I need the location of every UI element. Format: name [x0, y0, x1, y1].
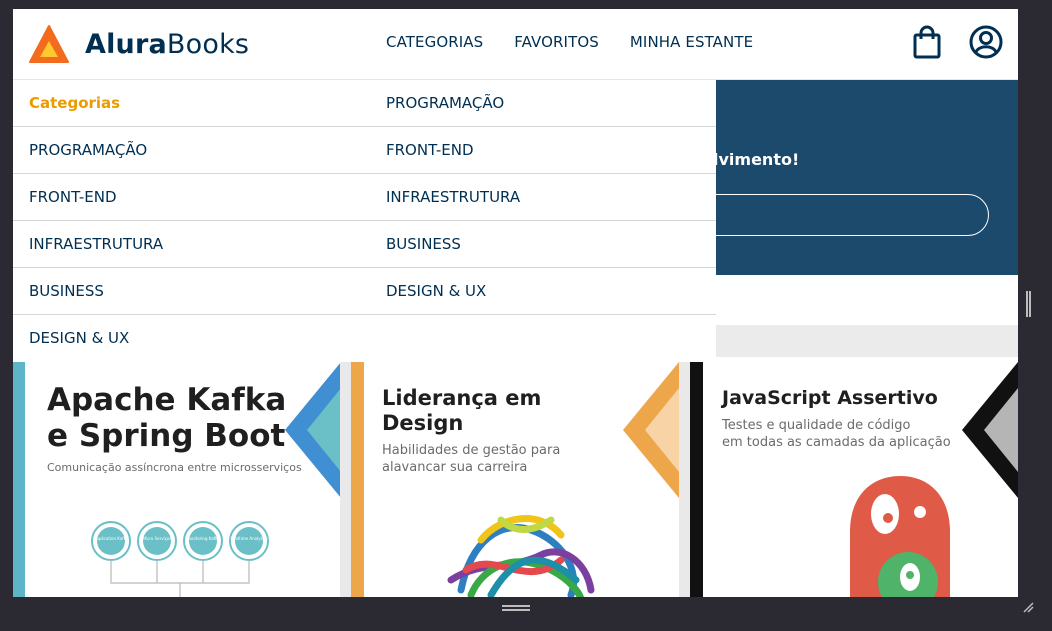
site-header: AluraBooks CATEGORIAS FAVORITOS MINHA ES…	[13, 9, 1018, 80]
book-title-line: e Spring Boot	[47, 418, 286, 454]
diagram-node-label: Micro Serviços	[142, 536, 172, 541]
book-subtitle: Habilidades de gestão para alavancar sua…	[382, 442, 560, 476]
logo-text-light: Books	[166, 28, 250, 60]
book-subtitle: Testes e qualidade de código em todas as…	[722, 417, 951, 451]
book-subtitle-line: Testes e qualidade de código	[722, 418, 911, 433]
submenu-item-infraestrutura[interactable]: INFRAESTRUTURA	[370, 174, 716, 221]
categories-dropdown: Categorias PROGRAMAÇÃO FRONT-END INFRAES…	[13, 80, 716, 362]
book-carousel: Apache Kafka e Spring Boot Comunicação a…	[13, 360, 1018, 597]
hero-text: lvimento!	[713, 150, 800, 169]
browser-viewport: AluraBooks CATEGORIAS FAVORITOS MINHA ES…	[13, 9, 1018, 597]
nav-minha-estante[interactable]: MINHA ESTANTE	[630, 33, 753, 51]
book-subtitle-line: Habilidades de gestão para	[382, 443, 561, 458]
book-title: Liderança em Design	[382, 386, 541, 436]
book-cover-stripe	[351, 360, 364, 597]
book-title-line: Liderança em	[382, 386, 542, 410]
book-cover-stripe	[13, 360, 25, 597]
book-cover-chevron-icon	[285, 363, 340, 497]
resize-handle-vertical[interactable]	[1026, 291, 1031, 317]
book-subtitle-line: alavancar sua carreira	[382, 460, 528, 475]
nav-categorias[interactable]: CATEGORIAS	[386, 33, 483, 51]
resize-corner-icon[interactable]	[1022, 601, 1034, 613]
logo-text-bold: Alura	[85, 28, 167, 60]
book-title-line: Apache Kafka	[47, 382, 287, 418]
carousel-gap	[340, 360, 351, 597]
diagram-node-label: Realtime Analytics	[230, 536, 268, 541]
book-title-line: Design	[382, 411, 464, 435]
kafka-diagram	[91, 521, 269, 597]
submenu-item-design-ux[interactable]: DESIGN & UX	[370, 268, 716, 314]
carousel-gap	[679, 360, 690, 597]
book-cover-chevron-icon	[623, 362, 679, 498]
submenu-item-programacao[interactable]: PROGRAMAÇÃO	[370, 80, 716, 127]
book-cover-art-ghost	[850, 476, 950, 597]
dropdown-right-column: PROGRAMAÇÃO FRONT-END INFRAESTRUTURA BUS…	[370, 80, 716, 314]
book-card-apache-kafka[interactable]: Apache Kafka e Spring Boot Comunicação a…	[13, 360, 340, 597]
submenu-item-business[interactable]: BUSINESS	[370, 221, 716, 268]
book-cover-stripe	[690, 360, 703, 597]
diagram-node-label: Application Kafka	[93, 536, 129, 541]
diagram-node-label: Monitoring Kafka	[186, 536, 220, 541]
user-profile-icon[interactable]	[969, 25, 1003, 63]
logo-triangle-icon	[29, 25, 69, 63]
nav-favoritos[interactable]: FAVORITOS	[514, 33, 599, 51]
main-nav: CATEGORIAS FAVORITOS MINHA ESTANTE	[386, 33, 753, 51]
logo[interactable]: AluraBooks	[29, 24, 249, 64]
book-subtitle-line: em todas as camadas da aplicação	[722, 435, 951, 450]
dropdown-item-design-ux[interactable]: DESIGN & UX	[13, 315, 716, 361]
book-cover-art-scribble	[447, 515, 595, 597]
shopping-bag-icon[interactable]	[913, 25, 941, 63]
logo-text: AluraBooks	[85, 29, 249, 60]
book-card-lideranca-design[interactable]: Liderança em Design Habilidades de gestã…	[351, 360, 679, 597]
book-title: JavaScript Assertivo	[722, 387, 938, 409]
book-subtitle: Comunicação assíncrona entre microsservi…	[47, 461, 302, 474]
resize-handle-horizontal[interactable]	[502, 605, 530, 611]
submenu-item-front-end[interactable]: FRONT-END	[370, 127, 716, 174]
book-title: Apache Kafka e Spring Boot	[47, 382, 286, 454]
book-card-javascript-assertivo[interactable]: JavaScript Assertivo Testes e qualidade …	[690, 360, 1018, 597]
